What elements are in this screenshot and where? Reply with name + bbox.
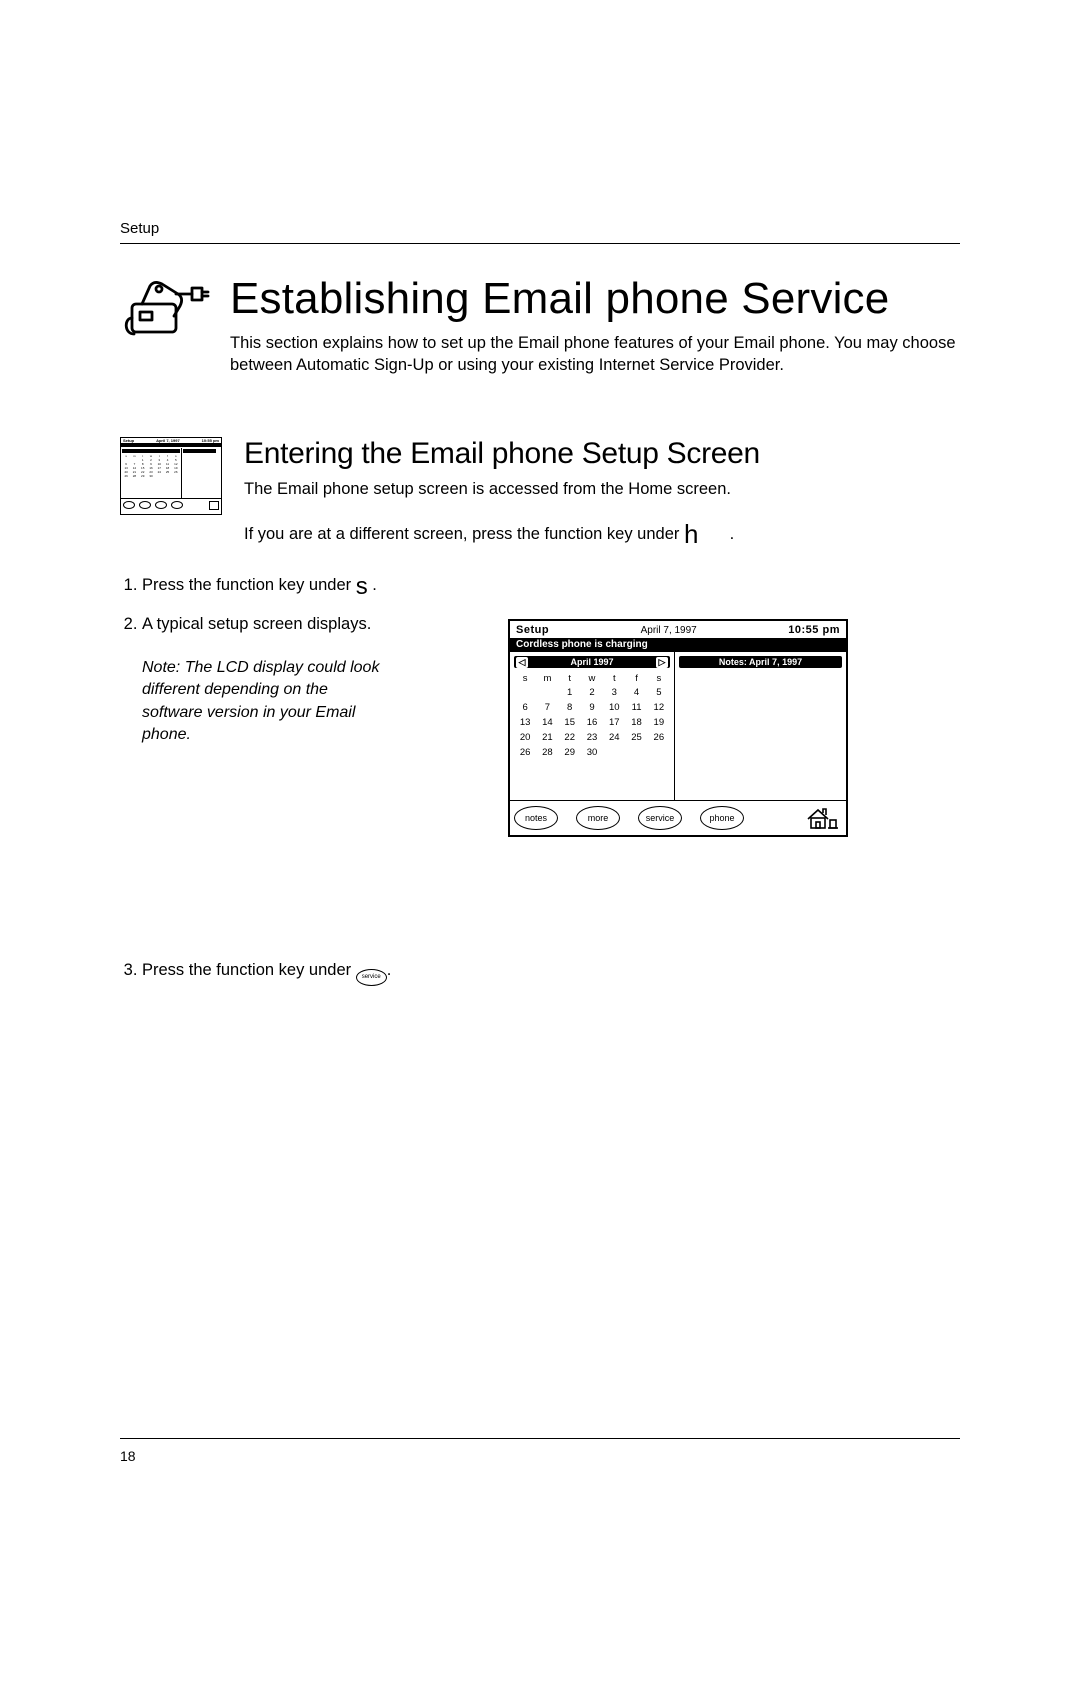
footer-rule [120,1438,960,1439]
setup-glyph-icon: s [356,568,368,606]
phone-button[interactable]: phone [700,806,744,830]
calendar-day: 20 [514,730,536,745]
calendar-day: 18 [625,715,647,730]
lcd-calendar-grid: smtwtfs 12345678910111213141516171819202… [514,672,670,760]
diff-screen-post: . [730,525,735,543]
lcd-month-label: April 1997 [570,657,613,667]
calendar-day: 9 [581,700,603,715]
intro-paragraph: This section explains how to set up the … [230,332,960,377]
calendar-day [648,745,670,760]
page-title: Establishing Email phone Service [230,274,960,324]
calendar-dow: t [559,672,581,685]
calendar-day: 8 [559,700,581,715]
calendar-day: 12 [648,700,670,715]
calendar-day: 2 [581,685,603,700]
service-button[interactable]: service [638,806,682,830]
lcd-setup-label: Setup [516,624,549,636]
page-number: 18 [120,1448,136,1464]
calendar-day: 3 [603,685,625,700]
phone-plug-icon [120,274,210,349]
calendar-day: 6 [514,700,536,715]
notes-button[interactable]: notes [514,806,558,830]
lcd-notes-header: Notes: April 7, 1997 [679,656,842,668]
lcd-note: Note: The LCD display could look differe… [142,657,382,747]
lcd-button-row: notes more service phone [510,800,846,835]
calendar-day: 25 [625,730,647,745]
calendar-day [603,745,625,760]
lcd-status-bar: Cordless phone is charging [510,638,846,652]
next-month-icon[interactable]: ▷ [656,657,668,668]
calendar-day: 22 [559,730,581,745]
calendar-day: 29 [559,745,581,760]
step3-post: . [387,961,392,979]
section-title: Entering the Email phone Setup Screen [244,437,960,471]
lcd-date: April 7, 1997 [641,625,697,636]
calendar-dow: t [603,672,625,685]
steps-list-continued: Press the function key under service. [120,957,960,986]
calendar-dow: m [536,672,558,685]
calendar-dow: w [581,672,603,685]
running-head: Setup [120,220,960,237]
calendar-day: 7 [536,700,558,715]
calendar-day: 19 [648,715,670,730]
calendar-day [514,685,536,700]
step1-pre: Press the function key under [142,576,356,594]
lcd-titlebar: Setup April 7, 1997 10:55 pm [510,621,846,638]
calendar-day: 23 [581,730,603,745]
step-1: Press the function key under s . [142,568,960,606]
calendar-day: 10 [603,700,625,715]
calendar-day: 1 [559,685,581,700]
diff-screen-pre: If you are at a different screen, press … [244,525,684,543]
calendar-dow: f [625,672,647,685]
step3-pre: Press the function key under [142,961,356,979]
step-3: Press the function key under service. [142,957,960,986]
lcd-calendar-column: ◁ April 1997 ▷ smtwtfs 12345678910111213… [510,652,675,800]
calendar-day: 16 [581,715,603,730]
calendar-dow: s [514,672,536,685]
calendar-day [625,745,647,760]
step1-post: . [372,576,377,594]
lcd-thumbnail: SetupApril 7, 199710:55 pm smtwtfs 12345… [120,437,220,515]
top-rule [120,243,960,244]
calendar-day: 17 [603,715,625,730]
title-row: Establishing Email phone Service This se… [120,274,960,407]
prev-month-icon[interactable]: ◁ [516,657,528,668]
calendar-day [536,685,558,700]
diff-screen-line: If you are at a different screen, press … [244,515,960,554]
more-button[interactable]: more [576,806,620,830]
calendar-day: 26 [514,745,536,760]
calendar-day: 21 [536,730,558,745]
calendar-dow: s [648,672,670,685]
home-icon[interactable] [804,806,838,830]
calendar-day: 14 [536,715,558,730]
calendar-day: 24 [603,730,625,745]
calendar-day: 26 [648,730,670,745]
calendar-day: 15 [559,715,581,730]
home-glyph-icon: h [684,515,698,554]
calendar-day: 4 [625,685,647,700]
calendar-day: 5 [648,685,670,700]
service-button-inline-icon: service [356,969,387,986]
step2-text: A typical setup screen displays. [142,615,371,633]
lcd-notes-column: Notes: April 7, 1997 [675,652,846,800]
section-row: SetupApril 7, 199710:55 pm smtwtfs 12345… [120,437,960,555]
lcd-time: 10:55 pm [788,624,840,636]
calendar-day: 30 [581,745,603,760]
access-line: The Email phone setup screen is accessed… [244,477,960,502]
calendar-day: 11 [625,700,647,715]
lcd-month-header: ◁ April 1997 ▷ [514,656,670,668]
page-content: Setup Establishing Email phone Service T… [120,220,960,990]
calendar-day: 28 [536,745,558,760]
calendar-day: 13 [514,715,536,730]
lcd-figure: Setup April 7, 1997 10:55 pm Cordless ph… [508,619,848,837]
